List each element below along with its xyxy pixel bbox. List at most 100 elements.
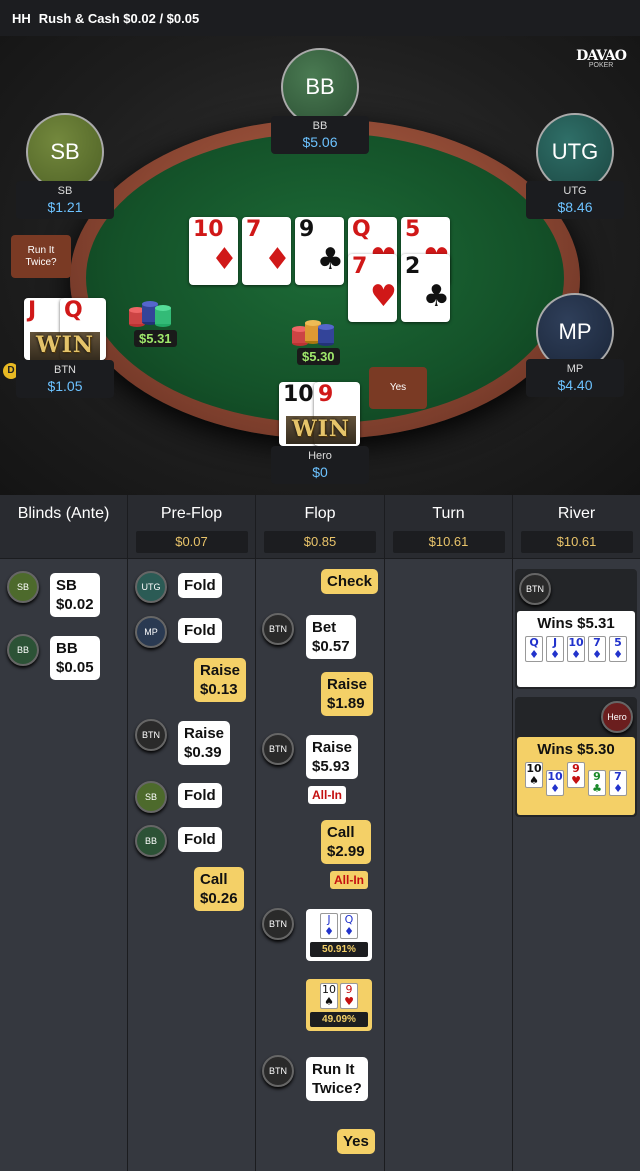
hero-card-1-rank: 10 xyxy=(283,382,314,407)
heart-suit-icon: ♥ xyxy=(370,279,397,314)
action-label: BB xyxy=(56,640,78,657)
badge-bb: BB xyxy=(135,825,167,857)
board-card-rank: Q xyxy=(352,217,371,242)
badge-btn: BTN xyxy=(262,908,294,940)
btn-result-panel: BTN Wins $5.31 Q ♦ J ♦ 10 ♦ 7 ♦ 5 ♦ xyxy=(515,569,637,689)
column-title: Blinds (Ante) xyxy=(17,505,110,522)
action-label: Fold xyxy=(184,831,216,848)
diamond-suit-icon: ♦ xyxy=(550,648,560,661)
win-amount: Wins $5.30 xyxy=(537,741,615,758)
poker-table-area: DAVAO POKER BB BB $5.06 SB SB $1.21 UTG … xyxy=(0,36,640,495)
run-it-twice-button[interactable]: Run It Twice? xyxy=(11,235,71,278)
seat-mp-circle-label: MP xyxy=(558,319,592,344)
btn-win-box: Wins $5.31 Q ♦ J ♦ 10 ♦ 7 ♦ 5 ♦ xyxy=(517,611,635,687)
action-label: Call xyxy=(200,871,228,888)
btn-card-1-rank: J xyxy=(28,298,37,323)
mini-card: 7 ♦ xyxy=(588,636,606,662)
diamond-suit-icon: ♦ xyxy=(550,782,560,795)
badge-mp: MP xyxy=(135,616,167,648)
badge-label: BTN xyxy=(142,730,160,740)
board-card: 9 ♣ xyxy=(295,217,344,285)
badge-utg: UTG xyxy=(135,571,167,603)
mini-card: J ♦ xyxy=(320,913,338,939)
action-amount: $0.02 xyxy=(56,596,94,613)
badge-label: BTN xyxy=(269,1066,287,1076)
action-label: Check xyxy=(327,573,373,590)
badge-btn: BTN xyxy=(135,719,167,751)
seat-utg-name: UTG xyxy=(563,185,587,197)
diamond-suit-icon: ♦ xyxy=(571,648,581,661)
hero-equity-box: 10 ♠ 9 ♥ 49.09% xyxy=(306,979,372,1031)
hand-history-panel: Blinds (Ante) SB SB $0.02 BB BB $0.05 Pre-… xyxy=(0,495,640,1171)
badge-label: MP xyxy=(144,627,158,637)
seat-bb-name: BB xyxy=(312,120,328,132)
action-bubble: Raise $5.93 xyxy=(306,735,359,779)
action-amount: $0.39 xyxy=(184,744,222,761)
action-label: Fold xyxy=(184,787,216,804)
board-card-run-2: 7 ♥ xyxy=(348,254,397,322)
action-amount: $2.99 xyxy=(327,843,365,860)
action-label: Bet xyxy=(312,619,337,636)
action-amount: $5.93 xyxy=(312,758,350,775)
action-amount: $1.89 xyxy=(327,695,365,712)
board-card-rank: 2 xyxy=(405,254,421,279)
chip-stack-icon xyxy=(291,317,337,349)
column-blinds: Blinds (Ante) SB SB $0.02 BB BB $0.05 xyxy=(0,495,128,1171)
action-bubble: Raise $0.39 xyxy=(178,721,231,765)
seat-hero-stack: $0 xyxy=(312,464,328,480)
board-card-rank: 9 xyxy=(299,217,315,242)
action-label: Raise xyxy=(184,725,225,742)
column-body: UTG Fold MP Fold Raise $0.13 BTN Raise $0.… xyxy=(128,559,255,1171)
action-label: Raise xyxy=(200,662,241,679)
column-pot: $10.61 xyxy=(520,531,633,553)
action-label: Call xyxy=(327,824,355,841)
column-pot: $0.07 xyxy=(135,531,248,553)
badge-label: BB xyxy=(16,645,29,655)
diamond-suit-icon: ♦ xyxy=(211,242,238,277)
seat-sb-avatar[interactable]: SB xyxy=(26,113,104,191)
btn-win-text: WIN xyxy=(35,332,95,358)
equity-percent: 50.91% xyxy=(310,942,368,957)
seat-bb-avatar[interactable]: BB xyxy=(281,48,359,126)
equity-percent: 49.09% xyxy=(310,1012,368,1027)
hero-action-bubble: Raise $0.13 xyxy=(194,658,247,702)
column-body: Check BTN Bet $0.57 Raise $1.89 BTN Raise $… xyxy=(256,559,384,1171)
column-title: Flop xyxy=(304,505,336,522)
action-amount: $0.05 xyxy=(56,659,94,676)
yes-button[interactable]: Yes xyxy=(369,367,427,409)
all-in-tag: All-In xyxy=(330,871,368,889)
mini-card: 7 ♦ xyxy=(609,770,627,796)
seat-sb-circle-label: SB xyxy=(50,139,80,164)
seat-hero-plate: Hero $0 xyxy=(271,446,369,484)
mini-card: 9 ♥ xyxy=(567,762,585,788)
badge-sb: SB xyxy=(7,571,39,603)
diamond-suit-icon: ♦ xyxy=(529,648,539,661)
seat-mp-name: MP xyxy=(566,363,584,375)
seat-utg-plate: UTG $8.46 xyxy=(526,181,624,219)
badge-label: BTN xyxy=(269,624,287,634)
spade-suit-icon: ♠ xyxy=(324,995,334,1008)
column-title: River xyxy=(557,505,596,522)
seat-utg-stack: $8.46 xyxy=(557,199,593,215)
badge-label: SB xyxy=(144,792,157,802)
seat-utg-avatar[interactable]: UTG xyxy=(536,113,614,191)
action-bubble: Fold xyxy=(178,618,222,643)
club-suit-icon: ♣ xyxy=(317,242,344,277)
win-amount: Wins $5.31 xyxy=(537,615,615,632)
seat-sb-stack: $1.21 xyxy=(47,199,83,215)
seat-hero-name: Hero xyxy=(308,450,332,462)
game-title: Rush & Cash $0.02 / $0.05 xyxy=(38,10,200,26)
badge-label: BTN xyxy=(269,919,287,929)
column-preflop: Pre-Flop $0.07 UTG Fold MP Fold Raise $0.1… xyxy=(128,495,256,1171)
seat-bb-circle-label: BB xyxy=(305,74,335,99)
action-bubble: BB $0.05 xyxy=(50,636,100,680)
badge-label: UTG xyxy=(141,582,161,592)
mini-card: 10 ♠ xyxy=(525,762,543,788)
seat-mp-stack: $4.40 xyxy=(557,377,593,393)
action-label: Twice? xyxy=(312,1080,362,1097)
seat-btn-plate: BTN $1.05 xyxy=(16,360,114,398)
diamond-suit-icon: ♦ xyxy=(264,242,291,277)
seat-mp-plate: MP $4.40 xyxy=(526,359,624,397)
mini-card: Q ♦ xyxy=(525,636,543,662)
column-turn: Turn $10.61 xyxy=(385,495,513,1171)
